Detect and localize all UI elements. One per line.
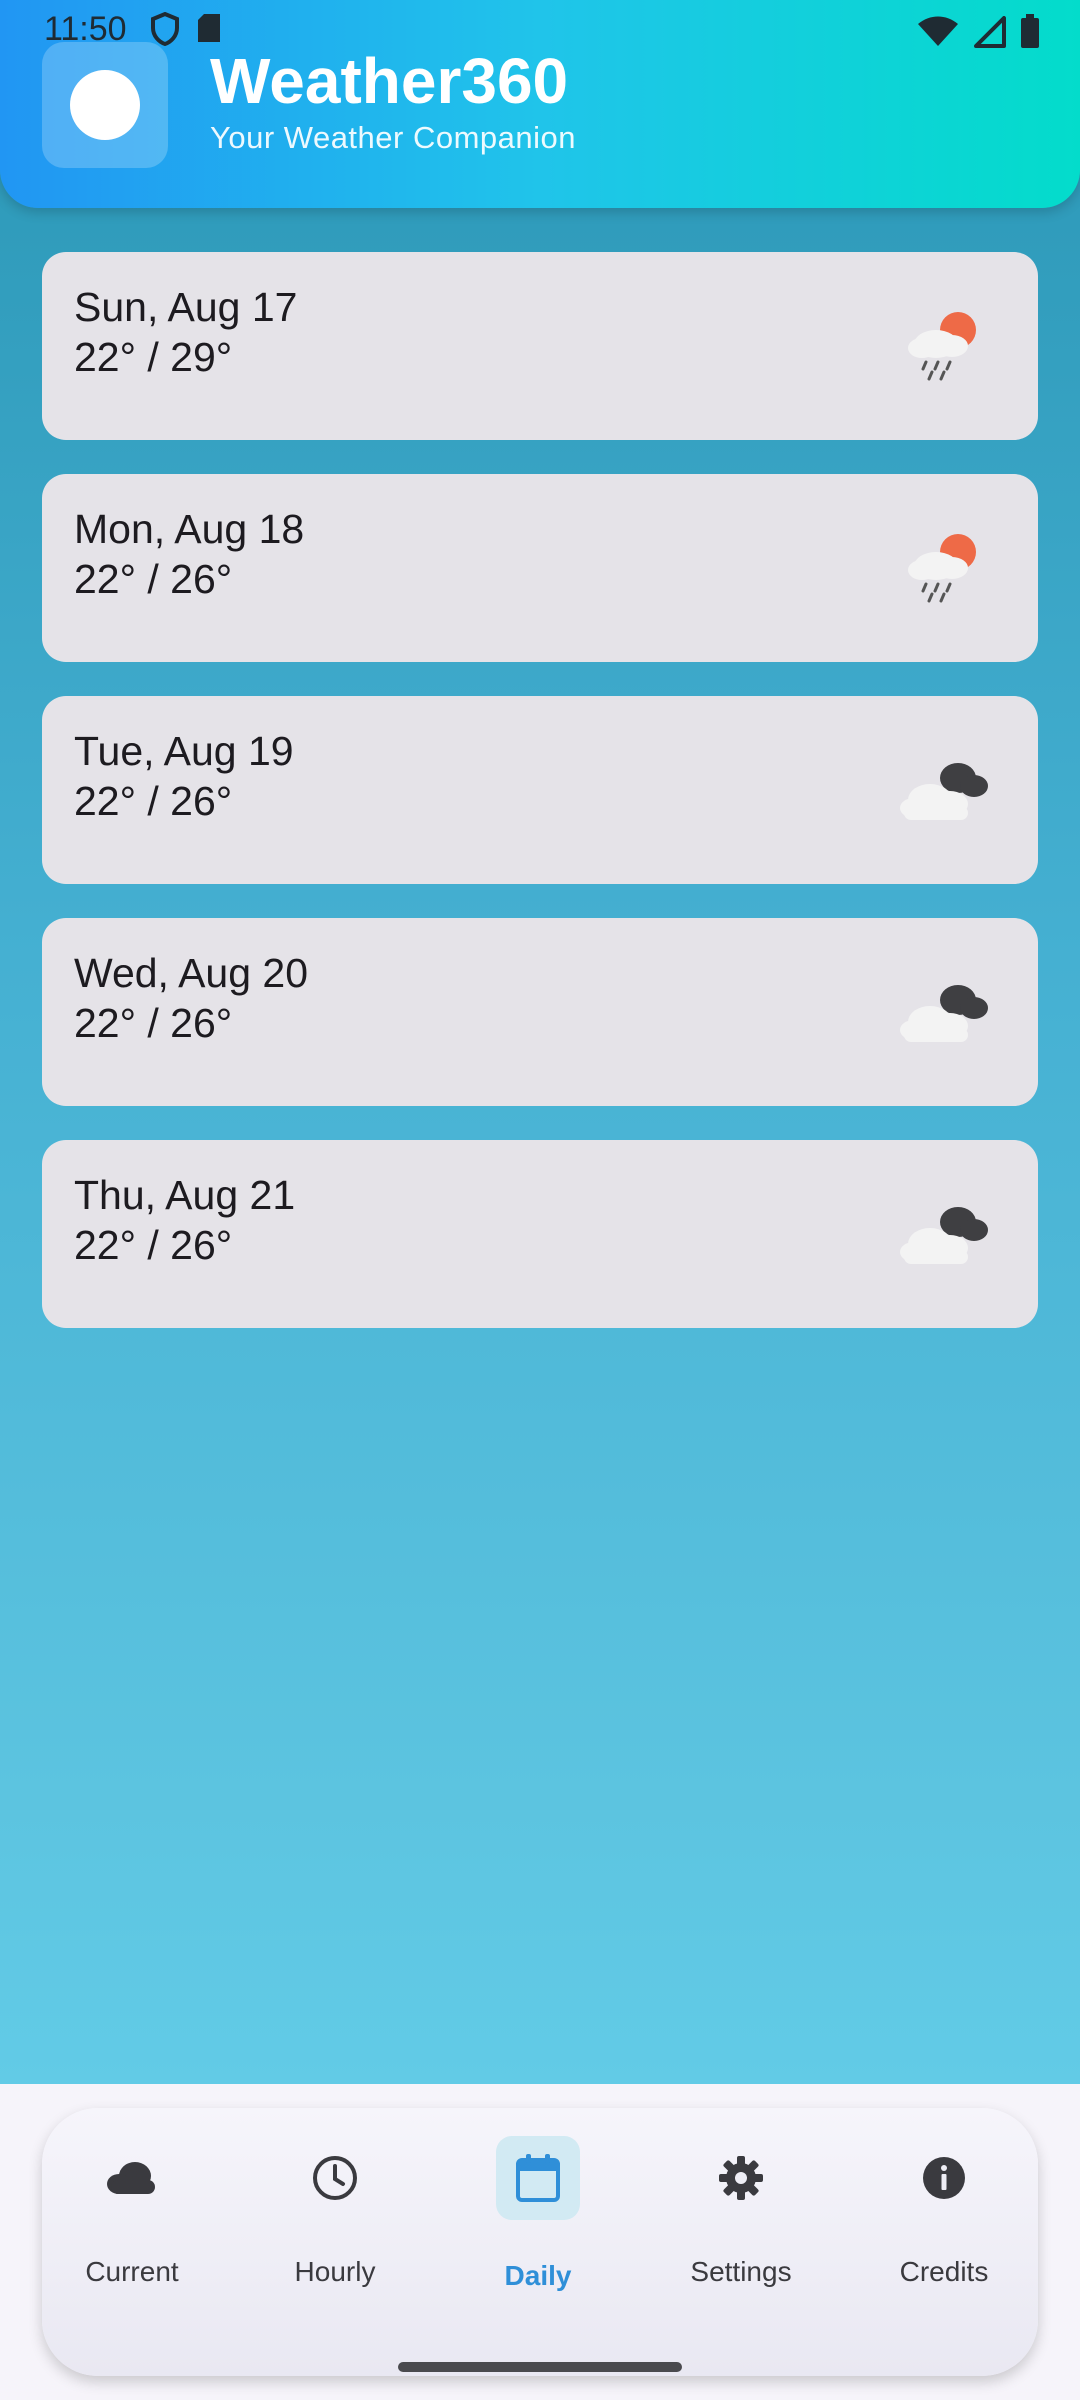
app-subtitle: Your Weather Companion: [210, 120, 577, 155]
nav-item-hourly[interactable]: Hourly: [245, 2108, 425, 2308]
battery-icon: [1021, 14, 1039, 48]
forecast-temp: 22° / 26°: [74, 1000, 233, 1046]
daily-forecast-list: Sun, Aug 17 22° / 29° Mon, Aug 18 22° / …: [42, 252, 1038, 1362]
nav-label: Daily: [504, 2260, 572, 2291]
nav-label: Current: [85, 2256, 179, 2287]
vpn-shield-icon: [151, 12, 179, 46]
rain-sun-icon: [908, 312, 976, 381]
info-icon: [923, 2157, 965, 2199]
cell-signal-icon: [974, 16, 1006, 48]
forecast-day: Thu, Aug 21: [74, 1172, 296, 1218]
clock-icon: [313, 2156, 357, 2200]
wifi-icon: [918, 16, 958, 46]
sd-card-icon: [198, 14, 220, 42]
logo-dot-icon: [70, 70, 140, 140]
nav-item-credits[interactable]: Credits: [854, 2108, 1034, 2308]
forecast-day: Wed, Aug 20: [74, 950, 309, 996]
forecast-card[interactable]: Mon, Aug 18 22° / 26°: [42, 474, 1038, 662]
nav-label: Credits: [899, 2256, 989, 2287]
forecast-temp: 22° / 29°: [74, 334, 233, 380]
forecast-day: Mon, Aug 18: [74, 506, 305, 552]
nav-label: Hourly: [294, 2256, 376, 2287]
app-title: Weather360: [210, 45, 569, 117]
forecast-card[interactable]: Thu, Aug 21 22° / 26°: [42, 1140, 1038, 1328]
forecast-temp: 22° / 26°: [74, 1222, 233, 1268]
forecast-day: Tue, Aug 19: [74, 728, 294, 774]
bottom-navigation: Current Hourly Daily Settings Credits: [42, 2108, 1038, 2376]
forecast-card[interactable]: Wed, Aug 20 22° / 26°: [42, 918, 1038, 1106]
rain-sun-icon: [908, 534, 976, 603]
app-logo: [42, 42, 168, 168]
nav-item-settings[interactable]: Settings: [651, 2108, 831, 2308]
cloud-icon: [107, 2162, 155, 2194]
forecast-card[interactable]: Tue, Aug 19 22° / 26°: [42, 696, 1038, 884]
calendar-icon: [516, 2154, 560, 2202]
nav-item-daily[interactable]: Daily: [448, 2108, 628, 2308]
forecast-temp: 22° / 26°: [74, 556, 233, 602]
forecast-day: Sun, Aug 17: [74, 284, 298, 330]
app-header: 11:50 Weather360 Your Weather Companion: [0, 0, 1080, 208]
forecast-temp: 22° / 26°: [74, 778, 233, 824]
clouds-icon: [900, 763, 988, 820]
clouds-icon: [900, 1207, 988, 1264]
forecast-card[interactable]: Sun, Aug 17 22° / 29°: [42, 252, 1038, 440]
home-indicator[interactable]: [398, 2362, 682, 2372]
nav-label: Settings: [690, 2256, 792, 2287]
clouds-icon: [900, 985, 988, 1042]
nav-item-current[interactable]: Current: [42, 2108, 222, 2308]
gear-icon: [719, 2156, 763, 2200]
